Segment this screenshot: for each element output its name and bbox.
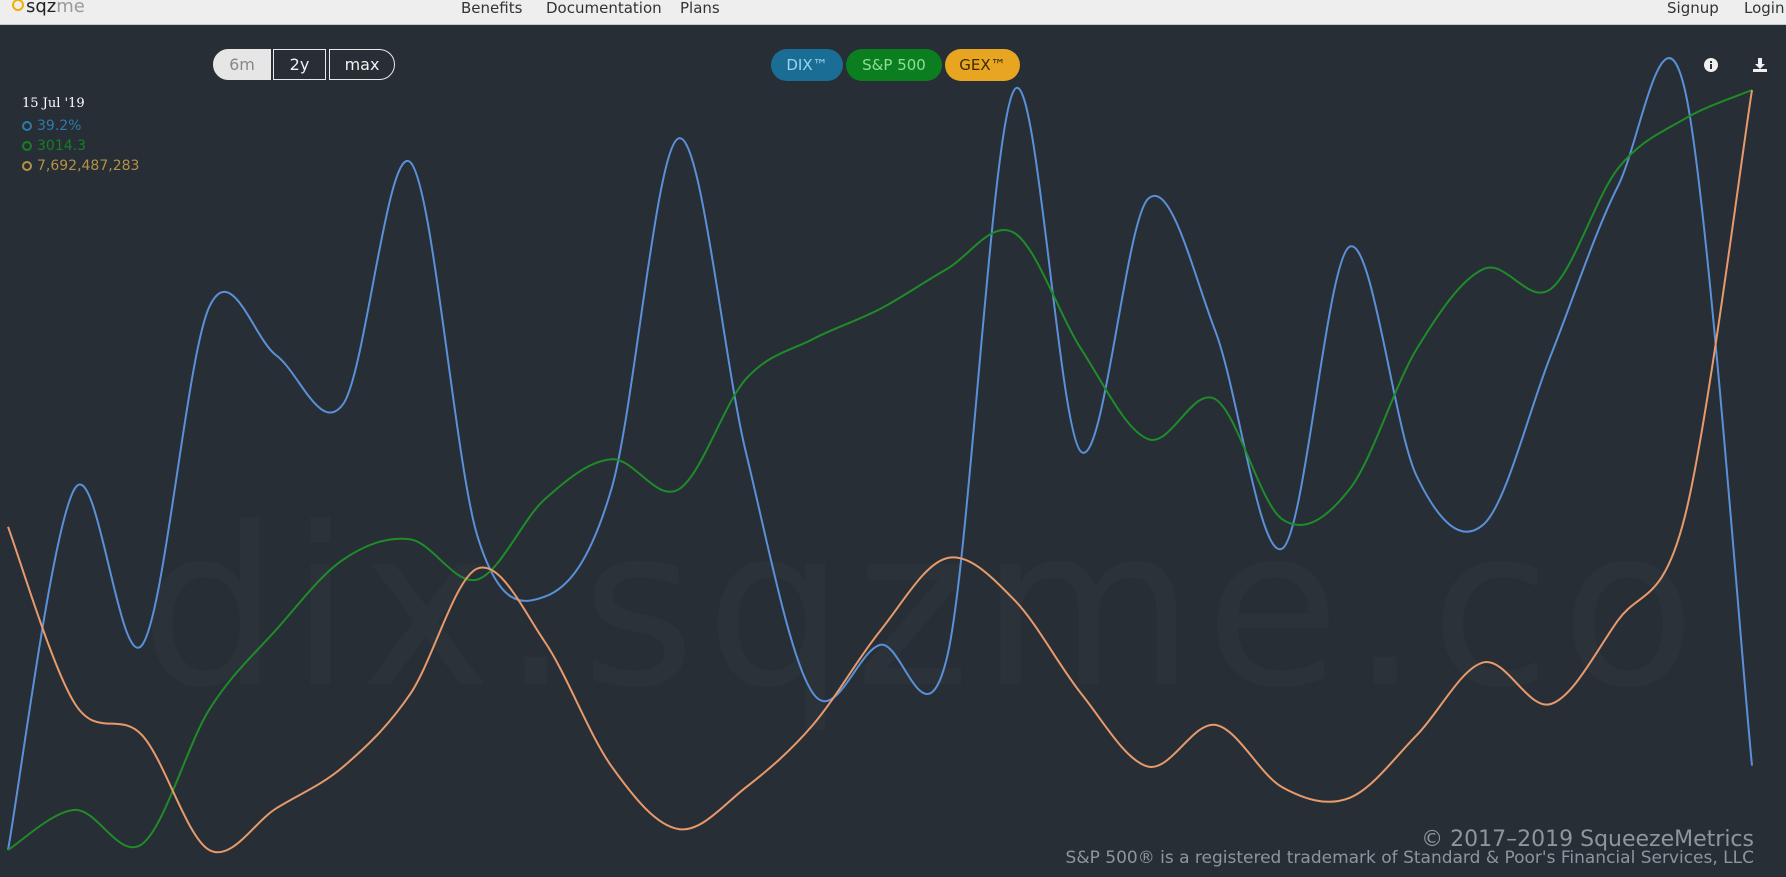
legend-row-dix: 39.2% <box>22 116 139 136</box>
line-chart[interactable] <box>0 0 1786 877</box>
legend-row-gex: 7,692,487,283 <box>22 156 139 176</box>
legend-ring-icon <box>22 161 32 171</box>
legend-value-sp500: 3014.3 <box>37 138 86 154</box>
legend-value-dix: 39.2% <box>37 118 82 134</box>
legend-row-sp500: 3014.3 <box>22 136 139 156</box>
legend-date: 15 Jul '19 <box>22 96 85 111</box>
range-button-2y[interactable]: 2y <box>273 49 326 80</box>
footer-trademark: S&P 500® is a registered trademark of St… <box>1065 848 1754 868</box>
series-line-sp500 <box>7 89 1753 851</box>
range-button-6m[interactable]: 6m <box>213 49 271 80</box>
series-line-dix <box>7 57 1753 851</box>
toggle-dix-button[interactable]: DIX™ <box>771 49 843 81</box>
toggle-gex-button[interactable]: GEX™ <box>945 49 1020 81</box>
range-button-max[interactable]: max <box>329 49 395 80</box>
legend-value-gex: 7,692,487,283 <box>37 158 140 174</box>
legend-ring-icon <box>22 141 32 151</box>
legend-ring-icon <box>22 121 32 131</box>
chart-legend: 15 Jul '19 39.2% 3014.3 7,692,487,283 <box>22 96 139 176</box>
series-line-gex <box>7 89 1753 854</box>
toggle-sp500-button[interactable]: S&P 500 <box>846 49 942 81</box>
info-icon[interactable] <box>1702 56 1720 74</box>
download-icon[interactable] <box>1751 56 1769 74</box>
